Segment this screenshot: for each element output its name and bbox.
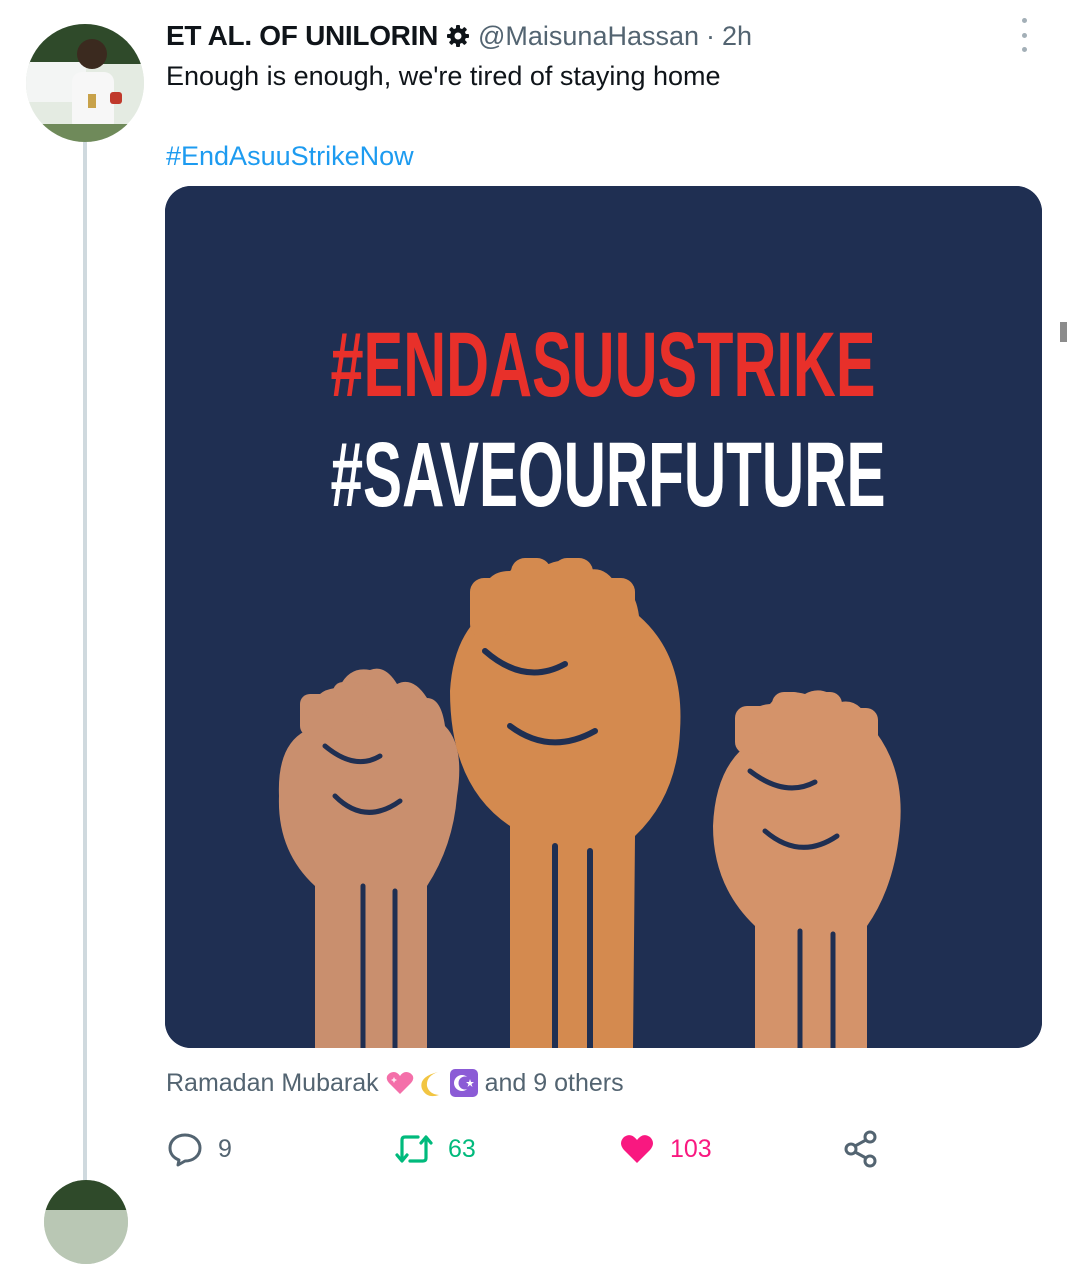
tweet-text: Enough is enough, we're tired of staying… [166, 61, 721, 91]
retweet-button[interactable]: 63 [394, 1126, 476, 1172]
gear-badge-icon [447, 25, 469, 47]
retweet-icon [395, 1135, 433, 1163]
tweet-header: ET AL. OF UNILORIN @MaisunaHassan · 2h [166, 16, 752, 56]
reactions-summary[interactable]: Ramadan Mubarak and 9 others [166, 1066, 624, 1100]
handle[interactable]: @MaisunaHassan [478, 21, 699, 52]
separator: · [706, 20, 716, 51]
timestamp[interactable]: 2h [722, 21, 752, 52]
reactions-prefix: Ramadan Mubarak [166, 1069, 379, 1097]
avatar[interactable] [26, 24, 144, 142]
crescent-moon-icon [420, 1072, 439, 1097]
tweet-image[interactable]: #ENDASUUSTRIKE #SAVEOURFUTURE [165, 186, 1042, 1048]
like-count: 103 [670, 1134, 712, 1163]
reactions-suffix: and 9 others [484, 1069, 624, 1097]
thread-line [83, 140, 87, 1200]
avatar[interactable] [44, 1180, 128, 1264]
reply-icon [168, 1133, 202, 1167]
more-options-icon[interactable] [1010, 18, 1038, 52]
heart-icon [621, 1135, 653, 1163]
star-and-crescent-icon [449, 1069, 478, 1097]
retweet-count: 63 [448, 1134, 476, 1163]
share-icon [844, 1130, 877, 1168]
image-line-endasuustrike: #ENDASUUSTRIKE [331, 314, 876, 416]
tweet-actions: 9 63 103 [166, 1126, 886, 1172]
hashtag-link[interactable]: #EndAsuuStrikeNow [166, 138, 414, 174]
reply-count: 9 [218, 1134, 232, 1163]
image-line-saveourfuture: #SAVEOURFUTURE [331, 424, 886, 526]
share-button[interactable] [842, 1126, 894, 1172]
scrollbar-thumb[interactable] [1060, 322, 1067, 342]
reply-button[interactable]: 9 [166, 1126, 232, 1172]
sparkling-heart-icon [386, 1072, 413, 1094]
display-name[interactable]: ET AL. OF UNILORIN [166, 20, 438, 52]
like-button[interactable]: 103 [618, 1126, 712, 1172]
